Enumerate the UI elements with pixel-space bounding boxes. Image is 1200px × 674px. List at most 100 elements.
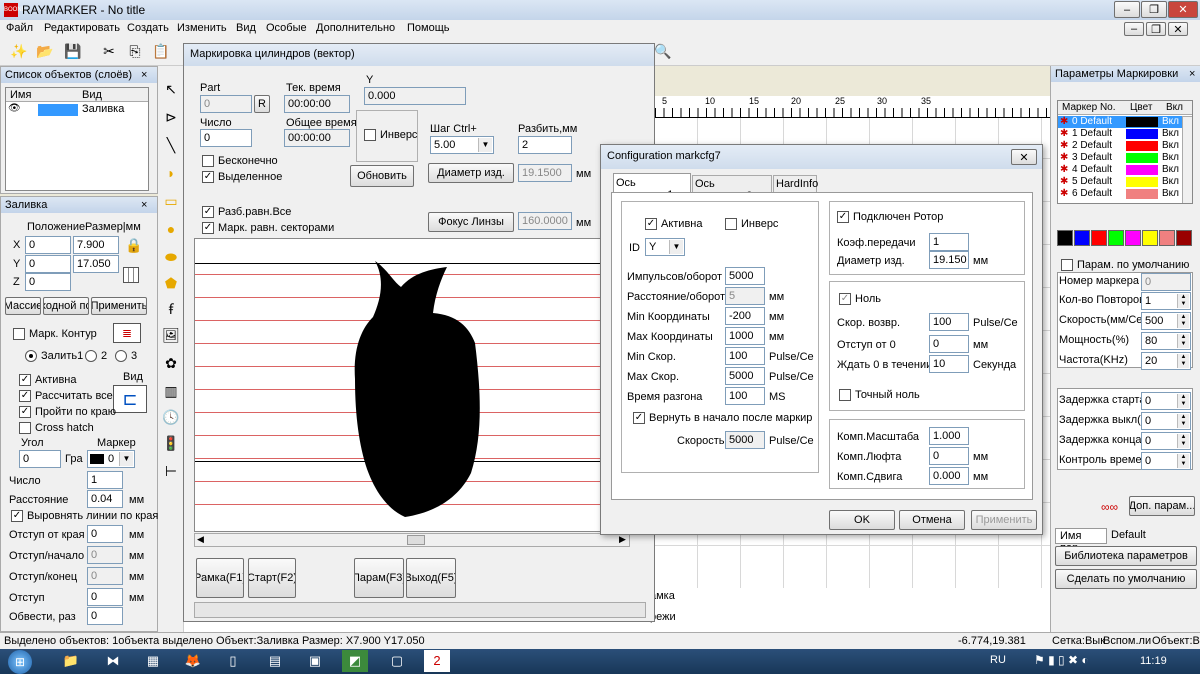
apply-button[interactable]: Применить — [971, 510, 1037, 530]
invers-checkbox[interactable] — [364, 129, 376, 141]
eye-icon[interactable]: 👁 — [8, 103, 21, 114]
maximize-button[interactable]: ❐ — [1141, 1, 1167, 18]
objects-close-icon[interactable]: × — [141, 69, 147, 81]
menu-view[interactable]: Вид — [236, 22, 256, 34]
mdi-restore-button[interactable]: ❐ — [1146, 22, 1166, 36]
palette-swatch[interactable] — [1176, 230, 1192, 246]
repeat-input[interactable]: 1 ▲ ▼ — [1141, 292, 1191, 310]
tab-mass[interactable]: Массие — [5, 297, 41, 315]
comp-back-input[interactable]: 0 — [929, 447, 969, 465]
mdi-min-button[interactable]: – — [1124, 22, 1144, 36]
marker-row[interactable]: ✱ 5 Default Вкл — [1058, 176, 1182, 188]
palette-swatch[interactable] — [1074, 230, 1090, 246]
contour-flag-icon[interactable]: ≣ — [113, 323, 141, 343]
freq-input[interactable]: 20 ▲ ▼ — [1141, 352, 1191, 370]
times-input[interactable]: 0 — [87, 607, 123, 625]
off0-input[interactable]: 0 — [929, 335, 969, 353]
palette-swatch[interactable] — [1057, 230, 1073, 246]
max-speed-input[interactable]: 5000 — [725, 367, 765, 385]
minimize-button[interactable]: – — [1114, 1, 1140, 18]
step-select[interactable]: 5.00 ▼ — [430, 136, 494, 154]
spinner-icon[interactable]: ▲ ▼ — [1177, 434, 1189, 448]
distance-input[interactable]: 0.04 — [87, 490, 123, 508]
min-speed-input[interactable]: 100 — [725, 347, 765, 365]
power-input[interactable]: 80 ▲ ▼ — [1141, 332, 1191, 350]
save-icon[interactable]: 💾 — [62, 40, 84, 62]
params-close-icon[interactable]: × — [1189, 68, 1195, 80]
split-input[interactable]: 2 — [518, 136, 572, 154]
calc-all-checkbox[interactable]: ✓ — [19, 390, 31, 402]
edge-checkbox[interactable]: ✓ — [19, 406, 31, 418]
tab-input[interactable]: ходной по — [43, 297, 89, 315]
active-checkbox[interactable]: ✓ — [19, 374, 31, 386]
pulses-input[interactable]: 5000 — [725, 267, 765, 285]
open-icon[interactable]: 📂 — [34, 40, 56, 62]
ellipse-icon[interactable]: ⬬ — [160, 246, 182, 268]
width-input[interactable]: 7.900 — [73, 236, 119, 254]
dimension-icon[interactable]: ⊢ — [160, 460, 182, 482]
focus-button[interactable]: Фокус Линзы — [428, 212, 514, 232]
id-select[interactable]: Y ▼ — [645, 238, 685, 256]
spinner-icon[interactable]: ▲ ▼ — [1177, 354, 1189, 368]
lang-indicator[interactable]: RU — [990, 654, 1006, 666]
traffic-light-icon[interactable]: 🚦 — [160, 432, 182, 454]
barcode-icon[interactable]: ▥ — [160, 380, 182, 402]
polygon-icon[interactable]: ⬟ — [160, 272, 182, 294]
spinner-icon[interactable]: ▲ ▼ — [1177, 294, 1189, 308]
tab-hardinfo[interactable]: HardInfo — [773, 175, 818, 193]
preview-scrollbar[interactable]: ◀ ▶ — [194, 533, 630, 547]
palette-swatch[interactable] — [1125, 230, 1141, 246]
rectangle-icon[interactable]: ▭ — [160, 190, 182, 212]
even-checkbox[interactable]: ✓ — [202, 206, 214, 218]
palette-swatch[interactable] — [1159, 230, 1175, 246]
spinner-icon[interactable]: ▲ ▼ — [1177, 414, 1189, 428]
zoom-icon[interactable]: 🔍 — [652, 40, 674, 62]
marker-select[interactable]: 0 ▼ — [87, 450, 135, 468]
default-params-checkbox[interactable] — [1061, 259, 1073, 271]
start-off-input[interactable]: 0 — [87, 546, 123, 564]
fill1-radio[interactable] — [25, 350, 37, 362]
text-icon[interactable]: ꞙ — [160, 298, 182, 320]
apply-button[interactable]: Применить — [91, 297, 147, 315]
axis-invers-checkbox[interactable] — [725, 218, 737, 230]
chevron-down-icon[interactable]: ▼ — [669, 240, 683, 254]
marker-scrollbar[interactable] — [1182, 116, 1192, 203]
param-button[interactable]: Парам(F3) — [354, 558, 404, 598]
frame-button[interactable]: Рамка(F1) — [196, 558, 244, 598]
doc-icon[interactable]: ▢ — [384, 650, 410, 672]
number-input[interactable]: 1 — [87, 471, 123, 489]
lock-icon[interactable]: 🔒 — [125, 237, 142, 254]
tab-axis1[interactable]: Ось вращения1 — [613, 173, 691, 201]
tab-axis2[interactable]: Ось вращения2 — [692, 175, 772, 202]
min-coord-input[interactable]: -200 — [725, 307, 765, 325]
new-icon[interactable]: ✨ — [8, 40, 30, 62]
diam-button[interactable]: Диаметр изд. — [428, 163, 514, 183]
d-off-input[interactable]: 0 ▲ ▼ — [1141, 412, 1191, 430]
vector-file-icon[interactable]: ✿ — [160, 352, 182, 374]
max-coord-input[interactable]: 1000 — [725, 327, 765, 345]
gear-input[interactable]: 1 — [929, 233, 969, 251]
circle-icon[interactable]: ● — [160, 218, 182, 240]
calc-icon[interactable]: ▦ — [140, 650, 166, 672]
ctrl-time-input[interactable]: 0 ▲ ▼ — [1141, 452, 1191, 470]
spinner-icon[interactable]: ▲ ▼ — [1177, 454, 1189, 468]
start-orb-icon[interactable]: ⊞ — [8, 650, 32, 674]
zero-checkbox[interactable]: ✓ — [839, 293, 851, 305]
reset-button[interactable]: R — [254, 95, 270, 113]
offset-input[interactable]: 0 — [87, 588, 123, 606]
part-input[interactable]: 0 — [200, 95, 252, 113]
tray-icons[interactable]: ⚑ ▮ ▯ ✖ ◐ — [1034, 653, 1089, 667]
marker-row[interactable]: ✱ 0 Default Вкл — [1058, 116, 1182, 128]
scroll-right-icon[interactable]: ▶ — [619, 534, 626, 545]
marker-row[interactable]: ✱ 3 Default Вкл — [1058, 152, 1182, 164]
more-params-button[interactable]: Доп. парам... — [1129, 496, 1195, 516]
wait0-input[interactable]: 10 — [929, 355, 969, 373]
status-grid[interactable]: Сетка:Вык — [1052, 635, 1105, 647]
align-checkbox[interactable]: ✓ — [11, 510, 23, 522]
dist-rev-input[interactable]: 5 — [725, 287, 765, 305]
menu-help[interactable]: Помощь — [407, 22, 450, 34]
clock-icon[interactable]: 🕓 — [160, 406, 182, 428]
infinite-checkbox[interactable] — [202, 155, 214, 167]
menu-special[interactable]: Особые — [266, 22, 307, 34]
z-input[interactable]: 0 — [25, 273, 71, 291]
